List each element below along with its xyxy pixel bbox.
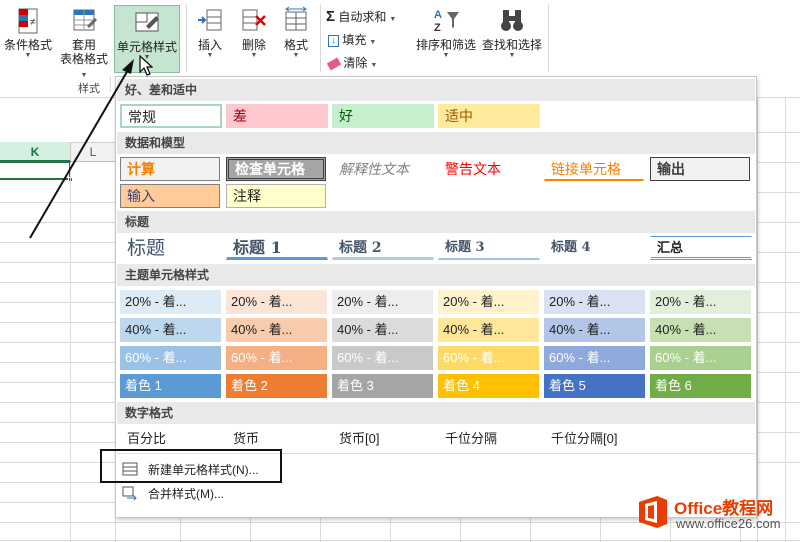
watermark-url: www.office26.com: [676, 516, 781, 531]
watermark: Office教程网 www.office26.com: [630, 490, 800, 540]
office-logo-icon: [639, 496, 667, 528]
annotation-arrow: [29, 59, 134, 239]
mouse-cursor-icon: [139, 55, 153, 76]
